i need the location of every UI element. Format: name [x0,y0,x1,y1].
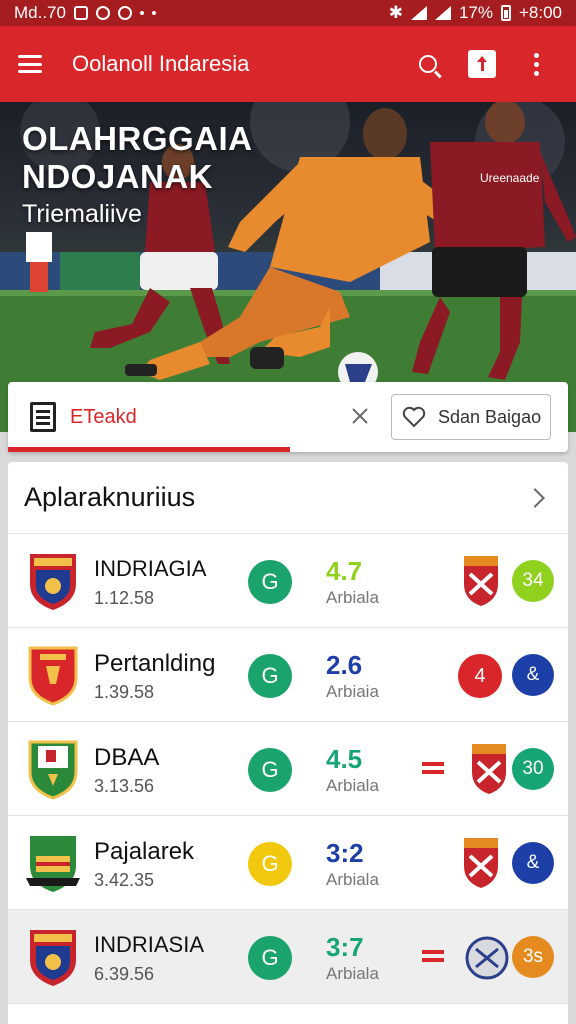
score-label: Arbiala [326,776,379,795]
notification-icon [73,6,88,20]
opponent-crest-icon [464,556,498,606]
opponent-crest-icon [464,838,498,888]
more-button[interactable] [514,42,558,86]
match-time: 3.13.56 [94,776,155,796]
battery-icon [500,5,511,21]
tab-active[interactable]: ETeakd [8,382,290,452]
dot-icon [151,11,156,15]
status-bar: Md..70 ✱ 17% +8:00 [0,0,576,26]
status-badge: G [248,936,292,980]
match-list: Aplaraknuriius INDRIAGIA 1.12.58 G 4.7 A… [8,462,568,1024]
status-badge: G [248,748,292,792]
equals-icon [422,950,444,962]
match-time: 1.12.58 [94,588,155,608]
points-badge: 30 [512,748,554,790]
battery-percent: 17% [458,3,493,22]
list-header: Aplaraknuriius [8,462,568,534]
team-name: Pajalarek [94,838,195,865]
score: 4.5 [326,744,363,774]
team-name: INDRIAGIA [94,556,207,581]
search-icon [419,55,437,73]
status-left-text: Md..70 [14,3,66,22]
score-label: Arbiala [326,964,379,983]
share-icon [468,50,496,78]
team-crest-icon [30,554,76,610]
app-bar: Oolanoll Indaresia [0,26,576,102]
team-crest-icon [26,836,80,892]
close-icon[interactable] [348,404,372,428]
opponent-crest-icon [465,936,509,980]
match-row[interactable]: Pertanlding 1.39.58 G 2.6 Arbiaia 4 & [8,628,568,722]
equals-icon [422,762,444,774]
bluetooth-icon: ✱ [388,3,403,22]
status-badge: G [248,560,292,604]
chevron-right-icon[interactable] [525,487,545,508]
status-badge: G [248,842,292,886]
score: 3:2 [326,838,364,868]
search-button[interactable] [406,42,450,86]
score: 4.7 [326,556,363,586]
points-badge: 34 [512,560,554,602]
points-badge: 3s [512,936,554,978]
status-right: ✱ 17% +8:00 [389,3,562,23]
opponent-badge: 4 [458,654,502,698]
wifi-icon [410,6,427,20]
points-badge: & [512,654,554,696]
hero-title-line2: NDOJANAK [22,158,214,195]
tab-active-label: ETeakd [70,405,137,428]
points-badge: & [512,842,554,884]
status-left: Md..70 [14,3,156,23]
score-label: Arbiala [326,870,379,889]
hero-subtitle: Triemaliive [22,200,142,228]
team-name: Pertanlding [94,650,216,677]
opponent-crest-icon [472,744,506,794]
match-row[interactable]: DBAA 3.13.56 G 4.5 Arbiala 30 [8,722,568,816]
more-vert-icon [533,52,539,76]
team-crest-icon [30,930,76,986]
match-row[interactable]: Pajalarek 3.42.35 G 3:2 Arbiala & [8,816,568,910]
score: 3:7 [326,932,364,962]
signal-icon [434,6,451,20]
favorite-label: Sdan Baigao [438,406,542,427]
score-label: Arbiala [326,588,379,607]
match-row[interactable]: INDRIASIA 6.39.56 G 3:7 Arbiala 3s [8,910,568,1004]
heart-icon [402,406,426,428]
score: 2.6 [326,650,363,680]
match-time: 3.42.35 [94,870,155,890]
app-icon [95,6,110,20]
score-label: Arbiaia [326,682,379,701]
match-time: 1.39.58 [94,682,155,702]
team-crest-icon [28,740,78,800]
list-title: Aplaraknuriius [24,482,196,512]
tab-card: ETeakd Sdan Baigao [8,382,568,452]
article-icon [30,402,56,432]
status-badge: G [248,654,292,698]
match-row[interactable]: INDRIAGIA 1.12.58 G 4.7 Arbiala 34 [8,534,568,628]
share-button[interactable] [460,42,504,86]
match-time: 6.39.56 [94,964,155,984]
hero-title: OLAHRGGAIA NDOJANAK [22,120,253,196]
clock: +8:00 [518,3,562,22]
sync-icon [117,6,132,20]
team-name: DBAA [94,744,160,771]
team-crest-icon [28,646,78,706]
hero-title-line1: OLAHRGGAIA [22,120,253,157]
menu-icon[interactable] [18,55,42,73]
favorite-button[interactable]: Sdan Baigao [391,394,551,440]
app-title: Oolanoll Indaresia [72,51,250,76]
team-name: INDRIASIA [94,932,205,957]
jersey-text: Ureenaade [480,171,540,185]
dot-icon [139,11,144,15]
